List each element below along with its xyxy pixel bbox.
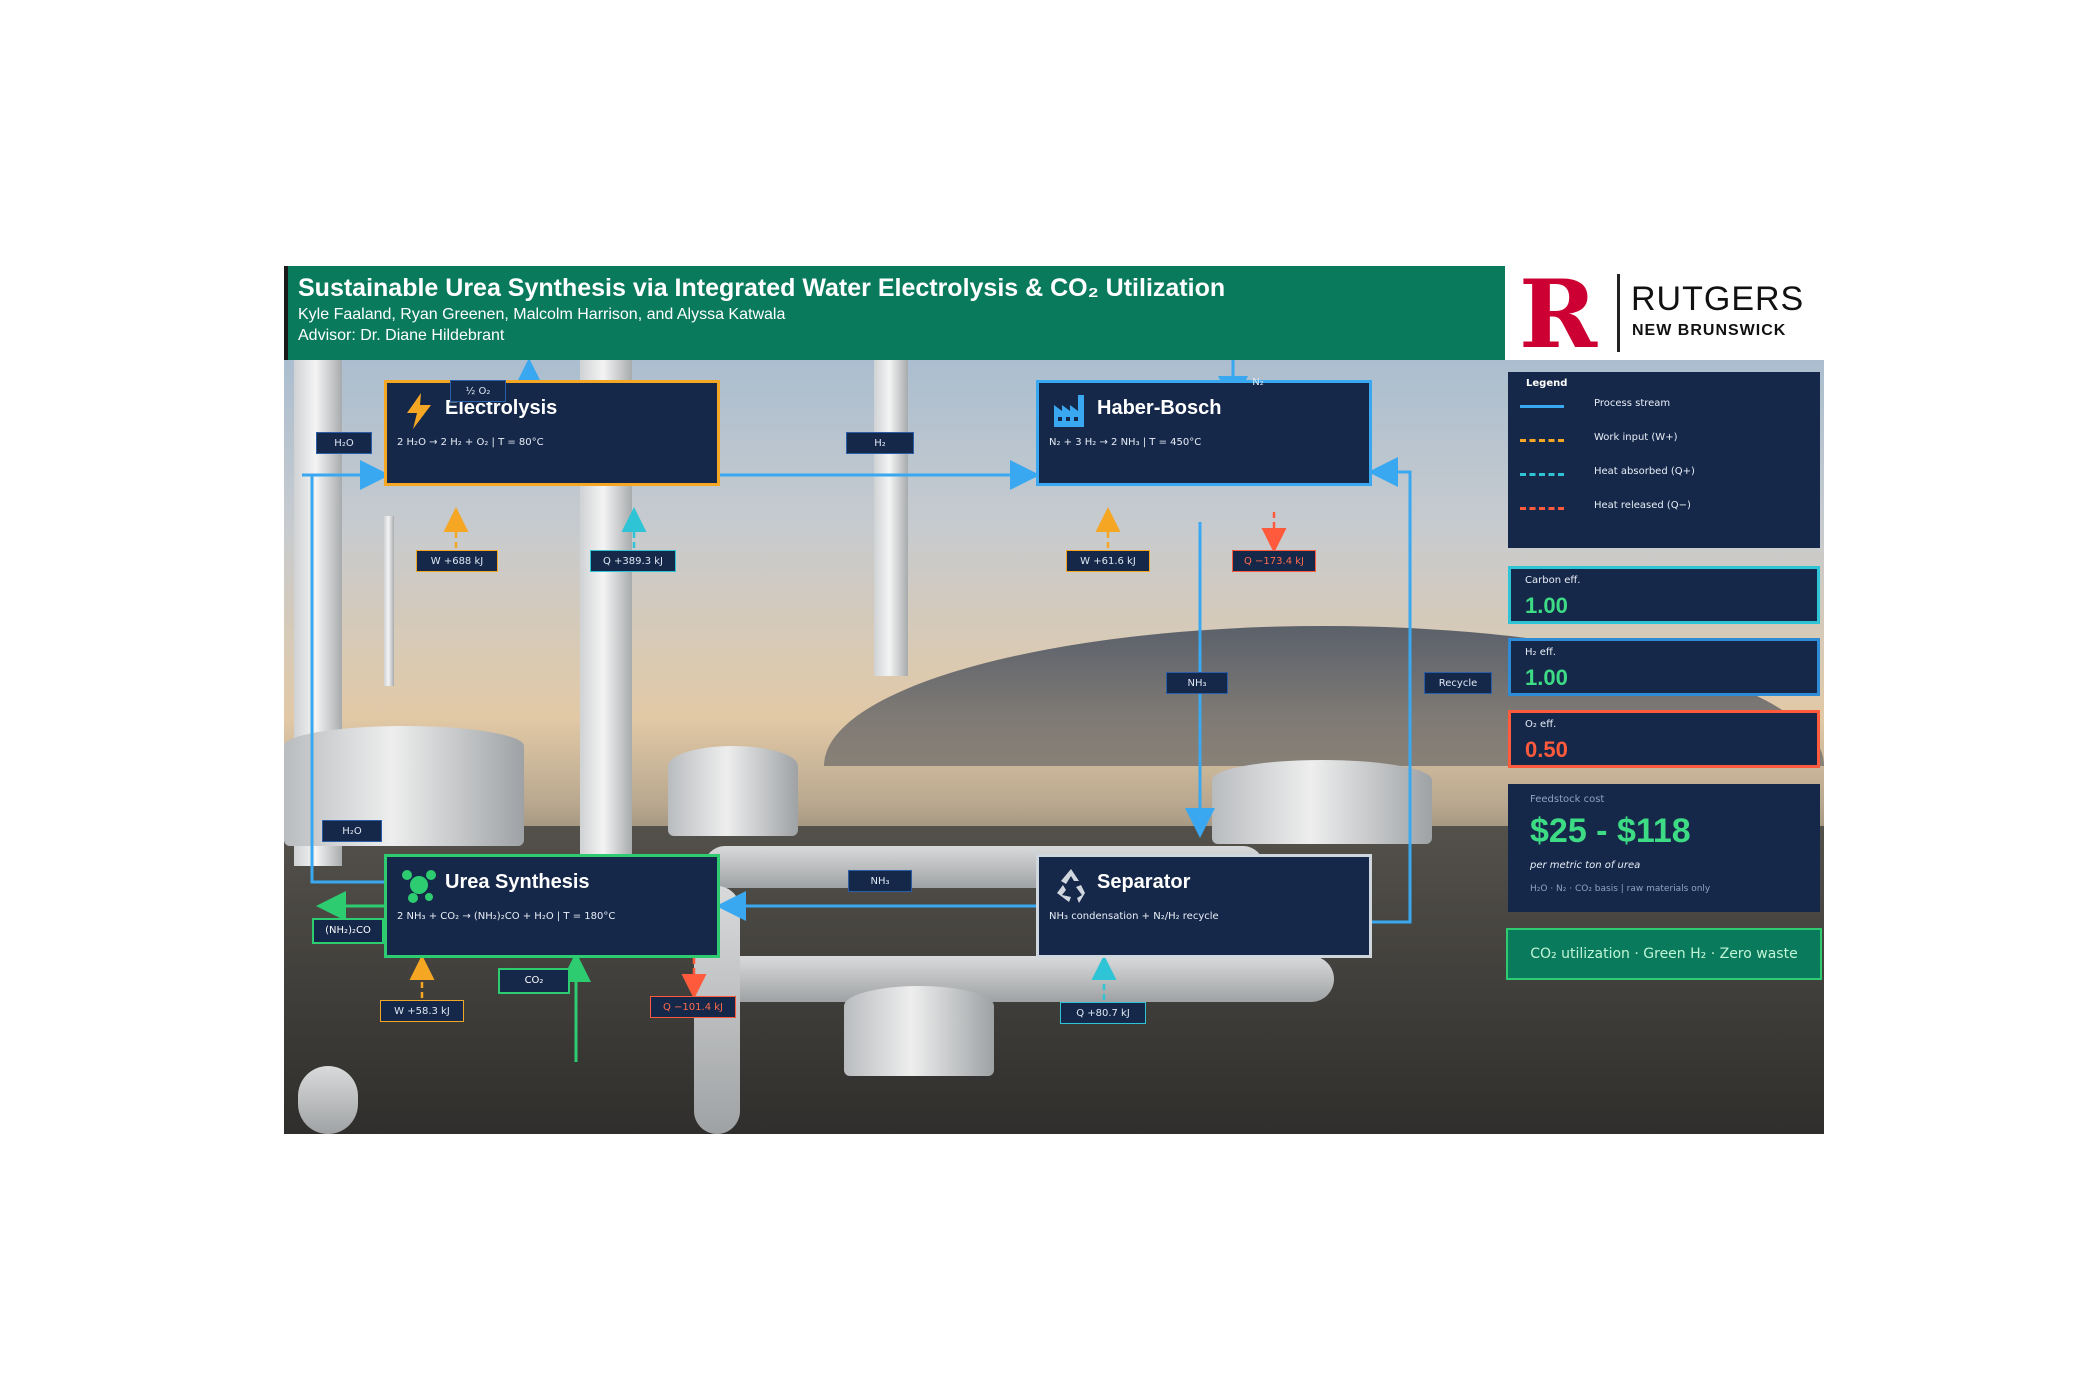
electrolysis-unit: Electrolysis 2 H₂O → 2 H₂ + O₂ | T = 80°… (384, 380, 720, 486)
factory-icon (1054, 395, 1084, 427)
urea-synthesis-unit: Urea Synthesis 2 NH₃ + CO₂ → (NH₂)₂CO + … (384, 854, 720, 958)
poster-title: Sustainable Urea Synthesis via Integrate… (298, 274, 1226, 302)
metric-carbon-efficiency: Carbon eff. 1.00 (1508, 566, 1820, 624)
legend-label: Heat released (Q−) (1594, 500, 1691, 511)
cost-label: Feedstock cost (1530, 794, 1605, 805)
work-tag-electrolysis: W +688 kJ (416, 550, 498, 572)
stream-label-h2: H₂ (846, 432, 914, 454)
stream-label-nh3: NH₃ (1166, 672, 1228, 694)
legend-swatch (1520, 405, 1564, 408)
legend-item: Heat absorbed (Q+) (1520, 464, 1810, 484)
unit-equation: NH₃ condensation + N₂/H₂ recycle (1049, 911, 1219, 922)
heat-tag-electrolysis: Q +389.3 kJ (590, 550, 676, 572)
heat-tag-urea: Q −101.4 kJ (650, 996, 736, 1018)
legend-label: Heat absorbed (Q+) (1594, 466, 1695, 477)
molecule-icon (402, 870, 436, 903)
unit-equation: 2 H₂O → 2 H₂ + O₂ | T = 80°C (397, 437, 544, 448)
logo-campus: NEW BRUNSWICK (1632, 322, 1787, 339)
logo-name: RUTGERS (1631, 280, 1805, 318)
poster-header: Sustainable Urea Synthesis via Integrate… (284, 266, 1505, 360)
legend-swatch (1520, 507, 1564, 510)
unit-title: Separator (1097, 871, 1191, 893)
lightning-icon (407, 393, 431, 429)
rutgers-logo: R RUTGERS NEW BRUNSWICK (1505, 266, 1824, 370)
separator-unit: Separator NH₃ condensation + N₂/H₂ recyc… (1036, 854, 1372, 958)
legend-panel: Legend Process stream Work input (W+) He… (1508, 372, 1820, 548)
logo-divider (1617, 274, 1620, 352)
metric-h2-efficiency: H₂ eff. 1.00 (1508, 638, 1820, 696)
work-tag-haber: W +61.6 kJ (1066, 550, 1150, 572)
poster-slide: Sustainable Urea Synthesis via Integrate… (284, 266, 1824, 1134)
stream-label-recycle: Recycle (1424, 672, 1492, 694)
poster-authors: Kyle Faaland, Ryan Greenen, Malcolm Harr… (298, 306, 786, 323)
poster-advisor: Advisor: Dr. Diane Hildebrant (298, 327, 505, 344)
legend-item: Heat released (Q−) (1520, 498, 1810, 518)
metric-value: 1.00 (1525, 593, 1568, 618)
stream-label-nh3-urea: NH₃ (848, 870, 912, 892)
heat-tag-haber: Q −173.4 kJ (1232, 550, 1316, 572)
heat-tag-separator: Q +80.7 kJ (1060, 1002, 1146, 1024)
logo-letter: R (1519, 266, 1598, 370)
stream-label-n2: N₂ (1252, 377, 1264, 388)
metric-label: H₂ eff. (1525, 647, 1556, 658)
cost-value: $25 - $118 (1530, 812, 1691, 850)
highlights-pill: CO₂ utilization · Green H₂ · Zero waste (1506, 928, 1822, 980)
unit-equation: 2 NH₃ + CO₂ → (NH₂)₂CO + H₂O | T = 180°C (397, 911, 616, 922)
legend-swatch (1520, 473, 1564, 476)
legend-title: Legend (1526, 378, 1568, 389)
legend-item: Work input (W+) (1520, 430, 1810, 450)
unit-equation: N₂ + 3 H₂ → 2 NH₃ | T = 450°C (1049, 437, 1202, 448)
stream-label-o2: ½ O₂ (450, 380, 506, 402)
stream-label-h2o-return: H₂O (322, 820, 382, 842)
unit-title: Haber-Bosch (1097, 397, 1222, 419)
legend-swatch (1520, 439, 1564, 442)
unit-title: Urea Synthesis (445, 871, 590, 893)
haber-bosch-unit: Haber-Bosch N₂ + 3 H₂ → 2 NH₃ | T = 450°… (1036, 380, 1372, 486)
metric-value: 1.00 (1525, 665, 1568, 690)
metric-o2-efficiency: O₂ eff. 0.50 (1508, 710, 1820, 768)
cost-unit: per metric ton of urea (1530, 860, 1641, 871)
metric-label: O₂ eff. (1525, 719, 1557, 730)
stream-label-h2o-in: H₂O (316, 432, 372, 454)
metric-value: 0.50 (1525, 737, 1568, 762)
work-tag-urea: W +58.3 kJ (380, 1000, 464, 1022)
legend-label: Work input (W+) (1594, 432, 1678, 443)
legend-item: Process stream (1520, 396, 1810, 416)
stream-label-urea-product: (NH₂)₂CO (312, 918, 384, 944)
metric-label: Carbon eff. (1525, 575, 1581, 586)
feedstock-cost-panel: Feedstock cost $25 - $118 per metric ton… (1508, 784, 1820, 912)
stream-label-co2: CO₂ (498, 968, 570, 994)
recycle-icon (1057, 869, 1085, 903)
cost-note: H₂O · N₂ · CO₂ basis | raw materials onl… (1530, 884, 1711, 894)
legend-label: Process stream (1594, 398, 1671, 409)
